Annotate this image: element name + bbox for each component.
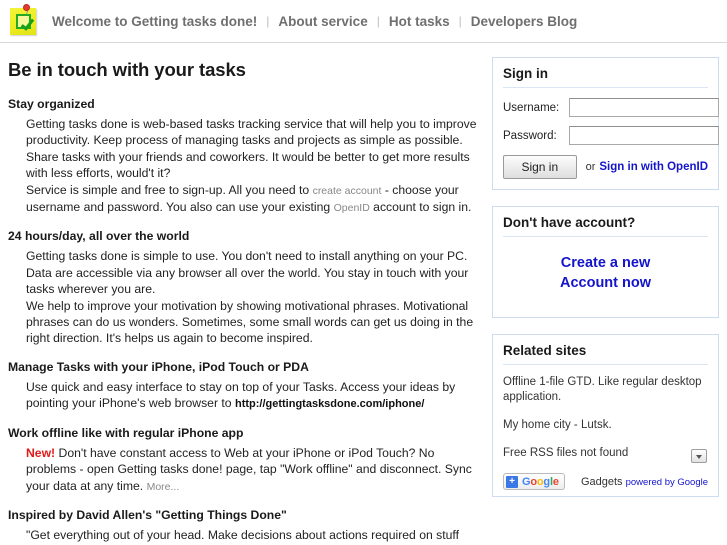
password-label: Password: [503,129,557,142]
paragraph: We help to improve your motivation by sh… [26,298,474,346]
paragraph: "Get everything out of your head. Make d… [26,527,459,545]
main-content: Be in touch with your tasks Stay organiz… [0,43,492,545]
create-account-wrap: Create a new Account now [503,247,708,307]
paragraph-signup: Service is simple and free to sign-up. A… [26,182,478,217]
section-body-work-offline: New! Don't have constant access to Web a… [8,445,478,495]
site-header: Welcome to Getting tasks done! | About s… [0,0,727,43]
note-body [10,8,36,35]
signin-action-row: Sign in or Sign in with OpenID [503,155,708,179]
username-input[interactable] [569,98,719,117]
section-body-24-hours: Getting tasks done is simple to use. You… [8,248,478,346]
pin-head-icon [24,5,29,10]
paragraph: Getting tasks done is simple to use. You… [26,249,469,297]
paragraph-offline: New! Don't have constant access to Web a… [26,445,478,495]
nav-item-about-service[interactable]: About service [278,14,367,29]
gadgets-text: Gadgets [580,475,623,488]
section-heading-24-hours: 24 hours/day, all over the world [8,229,190,244]
new-badge: New! [26,445,56,460]
signin-panel-title: Sign in [503,66,708,88]
page-title: Be in touch with your tasks [8,59,246,80]
gadgets-label: Gadgets powered by Google [581,476,708,488]
section-heading-work-offline: Work offline like with regular iPhone ap… [8,425,244,440]
nav-separator: | [376,14,380,28]
related-sites-title: Related sites [503,343,708,365]
section-body-iphone: Use quick and easy interface to stay on … [8,379,478,413]
main-nav: Welcome to Getting tasks done! | About s… [52,14,577,29]
checkbox-square-icon [16,14,35,31]
gadgets-footer: + Google Gadgets powered by Google [503,467,708,490]
body-wrapper: Be in touch with your tasks Stay organiz… [0,43,727,545]
section-heading-stay-organized: Stay organized [8,97,95,111]
nav-item-developers-blog[interactable]: Developers Blog [471,14,578,29]
no-account-panel: Don't have account? Create a new Account… [492,206,719,318]
sticky-note-checkbox-icon[interactable] [8,5,38,37]
section-body-stay-organized: Getting tasks done is web-based tasks tr… [8,116,478,216]
list-item[interactable]: Offline 1-file GTD. Like regular desktop… [503,375,708,405]
related-sites-panel: Related sites Offline 1-file GTD. Like r… [492,334,719,497]
signin-panel: Sign in Username: Password: Sign in or S… [492,57,719,190]
google-plus-icon[interactable]: + Google [503,473,565,490]
text-post: account to sign in. [369,200,472,215]
create-account-link[interactable]: create account [313,185,382,197]
nav-separator: | [266,14,270,28]
create-account-link-line2[interactable]: Account now [503,273,708,293]
nav-item-hot-tasks[interactable]: Hot tasks [389,14,450,29]
signin-button[interactable]: Sign in [503,155,577,179]
paragraph-iphone: Use quick and easy interface to stay on … [26,379,478,413]
page-root: Welcome to Getting tasks done! | About s… [0,0,727,545]
password-row: Password: [503,126,719,145]
sidebar: Sign in Username: Password: Sign in or S… [492,43,727,513]
list-item[interactable]: My home city - Lutsk. [503,418,708,433]
more-link[interactable]: More... [147,481,180,493]
plus-icon: + [506,475,518,488]
password-input[interactable] [569,126,719,145]
nav-separator: | [458,14,462,28]
google-wordmark: Google [522,475,559,488]
username-row: Username: [503,98,719,117]
signin-with-openid-link[interactable]: Sign in with OpenID [599,161,708,173]
section-body-gtd: "Get everything out of your head. Make d… [8,527,478,545]
section-heading-iphone: Manage Tasks with your iPhone, iPod Touc… [8,359,309,374]
no-account-panel-title: Don't have account? [503,215,708,237]
paragraph: Getting tasks done is web-based tasks tr… [26,117,477,181]
list-item[interactable]: Free RSS files not found [503,446,708,461]
nav-item-welcome[interactable]: Welcome to Getting tasks done! [52,14,257,29]
create-account-link-line1[interactable]: Create a new [503,253,708,273]
iphone-url-link[interactable]: http://gettingtasksdone.com/iphone/ [235,398,424,410]
text-pre: Service is simple and free to sign-up. A… [26,182,313,197]
username-label: Username: [503,101,560,114]
related-sites-list[interactable]: Offline 1-file GTD. Like regular desktop… [503,375,708,467]
powered-by-google-text: powered by Google [625,476,708,488]
section-heading-gtd: Inspired by David Allen's "Getting Thing… [8,507,287,522]
text-body: Don't have constant access to Web at you… [26,445,472,493]
openid-link[interactable]: OpenID [334,202,370,214]
chevron-down-icon[interactable] [691,449,707,463]
or-label: or [585,161,596,173]
check-mark-icon [20,16,35,31]
